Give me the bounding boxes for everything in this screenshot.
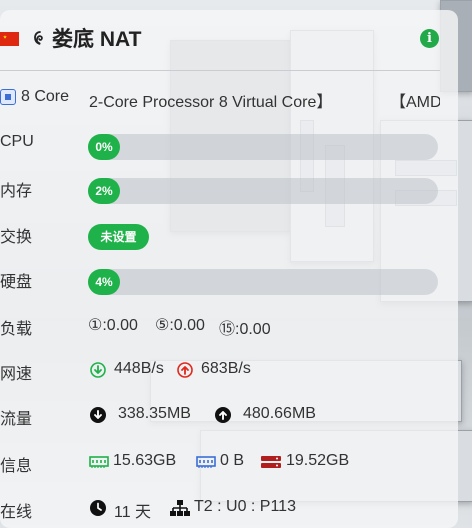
info-label: 信息 <box>0 458 33 475</box>
disk-usage-badge: 4% <box>88 269 120 295</box>
load-15min: ⑮:0.00 <box>219 321 271 338</box>
online-label: 在线 <box>0 504 33 521</box>
netspeed-row: 网速 448B/s 683B/s <box>0 357 458 387</box>
download-speed: 448B/s <box>114 360 164 377</box>
traffic-label: 流量 <box>0 411 33 428</box>
upload-speed: 683B/s <box>201 360 251 377</box>
netspeed-label: 网速 <box>0 366 33 383</box>
cpu-chip-icon <box>0 89 16 105</box>
cpu-usage-track <box>88 134 438 160</box>
cpu-usage-row: CPU 0% <box>0 130 458 160</box>
download-speed-icon <box>90 362 106 378</box>
memory-total: 15.63GB <box>113 452 177 469</box>
upload-total: 480.66MB <box>243 405 316 422</box>
memory-usage-track <box>88 178 438 204</box>
swap-label: 交换 <box>0 229 33 246</box>
online-row: 在线 11 天 T2 : U0 : P113 <box>0 495 458 525</box>
load-1min: ①:0.00 <box>88 317 138 334</box>
swap-module-icon <box>196 456 216 468</box>
cpu-core-count: 8 Core <box>21 88 70 105</box>
server-title: 娄底 NAT <box>52 28 142 51</box>
load-label: 负载 <box>0 321 33 338</box>
cpu-label: CPU <box>0 133 34 150</box>
load-5min: ⑤:0.00 <box>155 317 205 334</box>
hard-drive-icon <box>261 456 281 468</box>
disk-label: 硬盘 <box>0 274 33 291</box>
disk-usage-row: 硬盘 4% <box>0 265 458 295</box>
traffic-row: 流量 338.35MB 480.66MB <box>0 402 458 432</box>
swap-status-badge: 未设置 <box>88 224 149 250</box>
memory-usage-badge: 2% <box>88 178 120 204</box>
info-icon[interactable]: i <box>420 29 439 48</box>
disk-total: 19.52GB <box>286 452 350 469</box>
server-card: 娄底 NAT i 8 Core 2-Core Processor 8 Virtu… <box>0 10 458 528</box>
memory-usage-row: 内存 2% <box>0 174 458 204</box>
upload-speed-icon <box>177 362 193 378</box>
upload-total-icon <box>215 407 231 423</box>
disk-usage-track <box>88 269 438 295</box>
load-row: 负载 ①:0.00 ⑤:0.00 ⑮:0.00 <box>0 312 458 342</box>
network-icon <box>170 500 190 516</box>
china-flag-icon <box>0 32 19 46</box>
memory-label: 内存 <box>0 183 33 200</box>
uptime: 11 天 <box>114 504 152 521</box>
connections: T2 : U0 : P113 <box>194 498 296 515</box>
header-divider <box>0 70 440 71</box>
memory-module-icon <box>89 456 109 468</box>
linux-icon <box>34 31 43 45</box>
cpu-vendor: 【AMD <box>390 94 440 111</box>
swap-usage-row: 交换 未设置 <box>0 220 458 250</box>
clock-icon <box>90 500 106 516</box>
cpu-usage-badge: 0% <box>88 134 120 160</box>
info-row: 信息 15.63GB 0 B 19.52GB <box>0 449 458 479</box>
card-header: 娄底 NAT i <box>0 10 458 71</box>
download-total-icon <box>90 407 106 423</box>
download-total: 338.35MB <box>118 405 191 422</box>
cpu-model-row: 8 Core 2-Core Processor 8 Virtual Core】 … <box>0 86 440 112</box>
cpu-model: 2-Core Processor 8 Virtual Core】 <box>89 94 333 111</box>
swap-total: 0 B <box>220 452 245 469</box>
